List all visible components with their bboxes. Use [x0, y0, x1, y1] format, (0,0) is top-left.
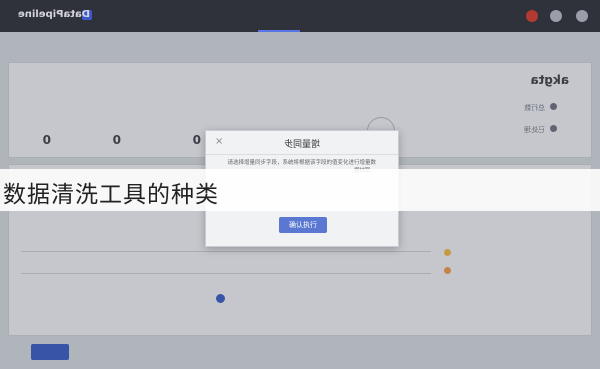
modal-divider	[206, 154, 398, 155]
confirm-button[interactable]: 确认执行	[279, 217, 327, 233]
caption-text: 数据清洗工具的种类	[3, 182, 219, 208]
modal-title: 增量同步	[284, 140, 321, 150]
caption-banner: 数据清洗工具的种类	[0, 169, 600, 211]
